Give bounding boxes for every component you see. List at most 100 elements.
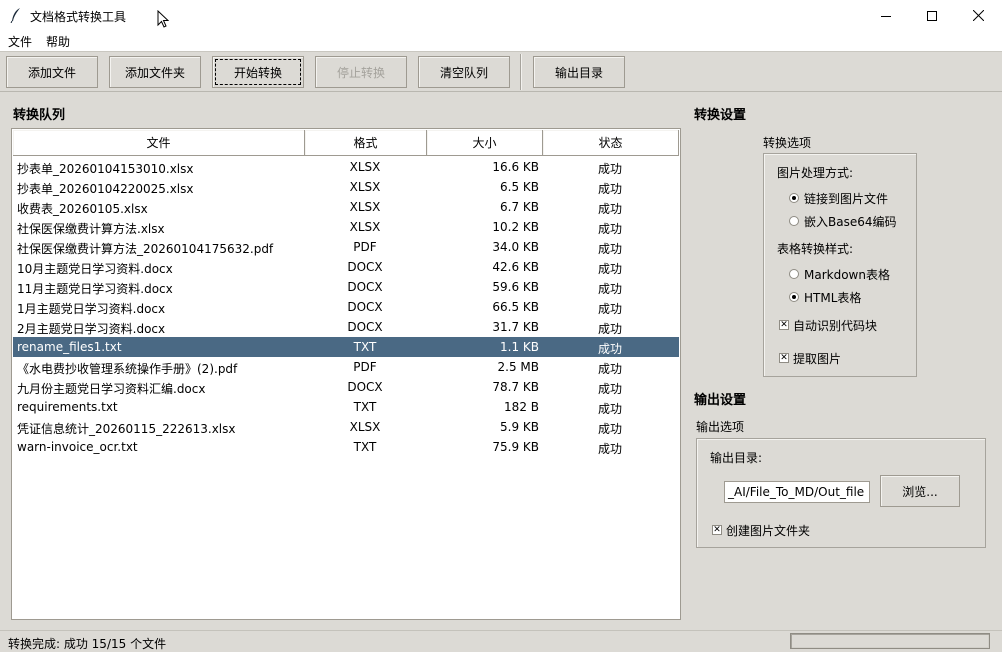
table-body: 抄表单_20260104153010.xlsx XLSX 16.6 KB 成功 抄表单_…: [13, 157, 679, 457]
table-markdown-label[interactable]: Markdown表格: [804, 266, 890, 283]
maximize-button[interactable]: [909, 0, 955, 31]
table-html-label[interactable]: HTML表格: [804, 289, 861, 306]
conversion-options-label: 转换选项: [763, 136, 812, 150]
table-html-radio[interactable]: [789, 292, 799, 302]
extract-images-checkbox[interactable]: ✕: [779, 353, 789, 363]
column-header-size[interactable]: 大小: [427, 130, 543, 156]
status-cell: 成功: [597, 382, 622, 396]
toolbar: 添加文件 添加文件夹 开始转换 停止转换 清空队列 输出目录: [0, 51, 1002, 92]
file-name-cell: 凭证信息统计_20260115_222613.xlsx: [17, 422, 236, 436]
column-header-file[interactable]: 文件: [13, 130, 305, 156]
status-cell: 成功: [597, 302, 622, 316]
maximize-icon: [927, 10, 937, 21]
file-name-cell: warn-invoice_ocr.txt: [17, 440, 138, 454]
table-row[interactable]: 2月主题党日学习资料.docx DOCX 31.7 KB 成功: [13, 317, 679, 337]
image-link-label[interactable]: 链接到图片文件: [804, 190, 888, 207]
minimize-button[interactable]: [863, 0, 909, 31]
status-cell: 成功: [597, 222, 622, 236]
format-cell: XLSX: [349, 180, 381, 194]
column-header-status[interactable]: 状态: [543, 130, 679, 156]
output-dir-input[interactable]: _AI/File_To_MD/Out_file: [724, 481, 870, 503]
image-base64-radio[interactable]: [789, 216, 799, 226]
add-file-button[interactable]: 添加文件: [6, 56, 98, 88]
close-button[interactable]: [955, 0, 1001, 31]
status-cell: 成功: [597, 342, 622, 356]
file-name-cell: rename_files1.txt: [17, 340, 122, 354]
window-title: 文档格式转换工具: [30, 10, 127, 24]
status-cell: 成功: [597, 182, 622, 196]
size-cell: 2.5 MB: [497, 360, 539, 374]
create-image-folder-checkbox[interactable]: ✕: [712, 525, 722, 535]
format-cell: DOCX: [347, 300, 383, 314]
table-row[interactable]: 抄表单_20260104153010.xlsx XLSX 16.6 KB 成功: [13, 157, 679, 177]
feather-icon: [10, 8, 20, 23]
format-cell: DOCX: [347, 380, 383, 394]
status-text: 转换完成: 成功 15/15 个文件: [8, 637, 167, 651]
status-cell: 成功: [597, 362, 622, 376]
conversion-options-group: 图片处理方式: 链接到图片文件 嵌入Base64编码 表格转换样式: Markd…: [763, 153, 917, 377]
table-row[interactable]: 1月主题党日学习资料.docx DOCX 66.5 KB 成功: [13, 297, 679, 317]
file-name-cell: 1月主题党日学习资料.docx: [17, 302, 166, 316]
table-row[interactable]: 凭证信息统计_20260115_222613.xlsx XLSX 5.9 KB 成功: [13, 417, 679, 437]
size-cell: 1.1 KB: [500, 340, 539, 354]
file-name-cell: 社保医保缴费计算方法_20260104175632.pdf: [17, 242, 274, 256]
table-style-label: 表格转换样式:: [777, 242, 854, 256]
file-name-cell: 11月主题党日学习资料.docx: [17, 282, 173, 296]
table-row[interactable]: 九月份主题党日学习资料汇编.docx DOCX 78.7 KB 成功: [13, 377, 679, 397]
format-cell: PDF: [353, 240, 377, 254]
clear-queue-button[interactable]: 清空队列: [418, 56, 510, 88]
create-image-folder-label[interactable]: 创建图片文件夹: [726, 522, 810, 539]
menu-file[interactable]: 文件: [8, 33, 32, 50]
table-row[interactable]: 抄表单_20260104220025.xlsx XLSX 6.5 KB 成功: [13, 177, 679, 197]
size-cell: 31.7 KB: [492, 320, 539, 334]
main-area: 转换队列 文件 格式 大小 状态 抄表单_20260104153010.xlsx…: [0, 92, 1002, 630]
table-row[interactable]: rename_files1.txt TXT 1.1 KB 成功: [13, 337, 679, 357]
table-row[interactable]: 11月主题党日学习资料.docx DOCX 59.6 KB 成功: [13, 277, 679, 297]
image-mode-label: 图片处理方式:: [777, 166, 854, 180]
output-options-group: 输出目录: _AI/File_To_MD/Out_file 浏览... ✕ 创建…: [696, 438, 986, 548]
browse-button[interactable]: 浏览...: [880, 475, 960, 507]
menu-bar: 文件 帮助: [0, 31, 1002, 51]
table-row[interactable]: 收费表_20260105.xlsx XLSX 6.7 KB 成功: [13, 197, 679, 217]
image-link-radio[interactable]: [789, 193, 799, 203]
table-row[interactable]: 社保医保缴费计算方法_20260104175632.pdf PDF 34.0 KB 成…: [13, 237, 679, 257]
table-row[interactable]: requirements.txt TXT 182 B 成功: [13, 397, 679, 417]
file-name-cell: 10月主题党日学习资料.docx: [17, 262, 173, 276]
conversion-queue-table[interactable]: 文件 格式 大小 状态 抄表单_20260104153010.xlsx XLSX 1…: [11, 128, 681, 620]
stop-conversion-button[interactable]: 停止转换: [315, 56, 407, 88]
size-cell: 42.6 KB: [492, 260, 539, 274]
table-row[interactable]: warn-invoice_ocr.txt TXT 75.9 KB 成功: [13, 437, 679, 457]
table-row[interactable]: 10月主题党日学习资料.docx DOCX 42.6 KB 成功: [13, 257, 679, 277]
output-dir-label: 输出目录:: [710, 451, 763, 465]
file-name-cell: 2月主题党日学习资料.docx: [17, 322, 166, 336]
table-row[interactable]: 社保医保缴费计算方法.xlsx XLSX 10.2 KB 成功: [13, 217, 679, 237]
add-folder-button[interactable]: 添加文件夹: [109, 56, 201, 88]
menu-help[interactable]: 帮助: [46, 33, 70, 50]
table-row[interactable]: 《水电费抄收管理系统操作手册》(2).pdf PDF 2.5 MB 成功: [13, 357, 679, 377]
column-header-format[interactable]: 格式: [305, 130, 427, 156]
file-name-cell: 九月份主题党日学习资料汇编.docx: [17, 382, 206, 396]
conversion-settings-title: 转换设置: [694, 108, 747, 123]
auto-code-checkbox[interactable]: ✕: [779, 320, 789, 330]
output-directory-button[interactable]: 输出目录: [533, 56, 625, 88]
status-cell: 成功: [597, 202, 622, 216]
size-cell: 6.5 KB: [500, 180, 539, 194]
size-cell: 6.7 KB: [500, 200, 539, 214]
format-cell: DOCX: [347, 320, 383, 334]
output-options-label: 输出选项: [696, 420, 745, 434]
auto-code-label[interactable]: 自动识别代码块: [793, 317, 877, 334]
size-cell: 75.9 KB: [492, 440, 539, 454]
format-cell: XLSX: [349, 420, 381, 434]
toolbar-separator: [520, 54, 522, 90]
close-icon: [972, 10, 984, 21]
status-cell: 成功: [597, 282, 622, 296]
extract-images-label[interactable]: 提取图片: [793, 350, 841, 367]
start-conversion-button[interactable]: 开始转换: [212, 56, 304, 88]
image-base64-label[interactable]: 嵌入Base64编码: [804, 213, 897, 230]
size-cell: 78.7 KB: [492, 380, 539, 394]
progress-bar: [790, 633, 990, 649]
table-markdown-radio[interactable]: [789, 269, 799, 279]
format-cell: DOCX: [347, 260, 383, 274]
format-cell: DOCX: [347, 280, 383, 294]
status-cell: 成功: [597, 322, 622, 336]
